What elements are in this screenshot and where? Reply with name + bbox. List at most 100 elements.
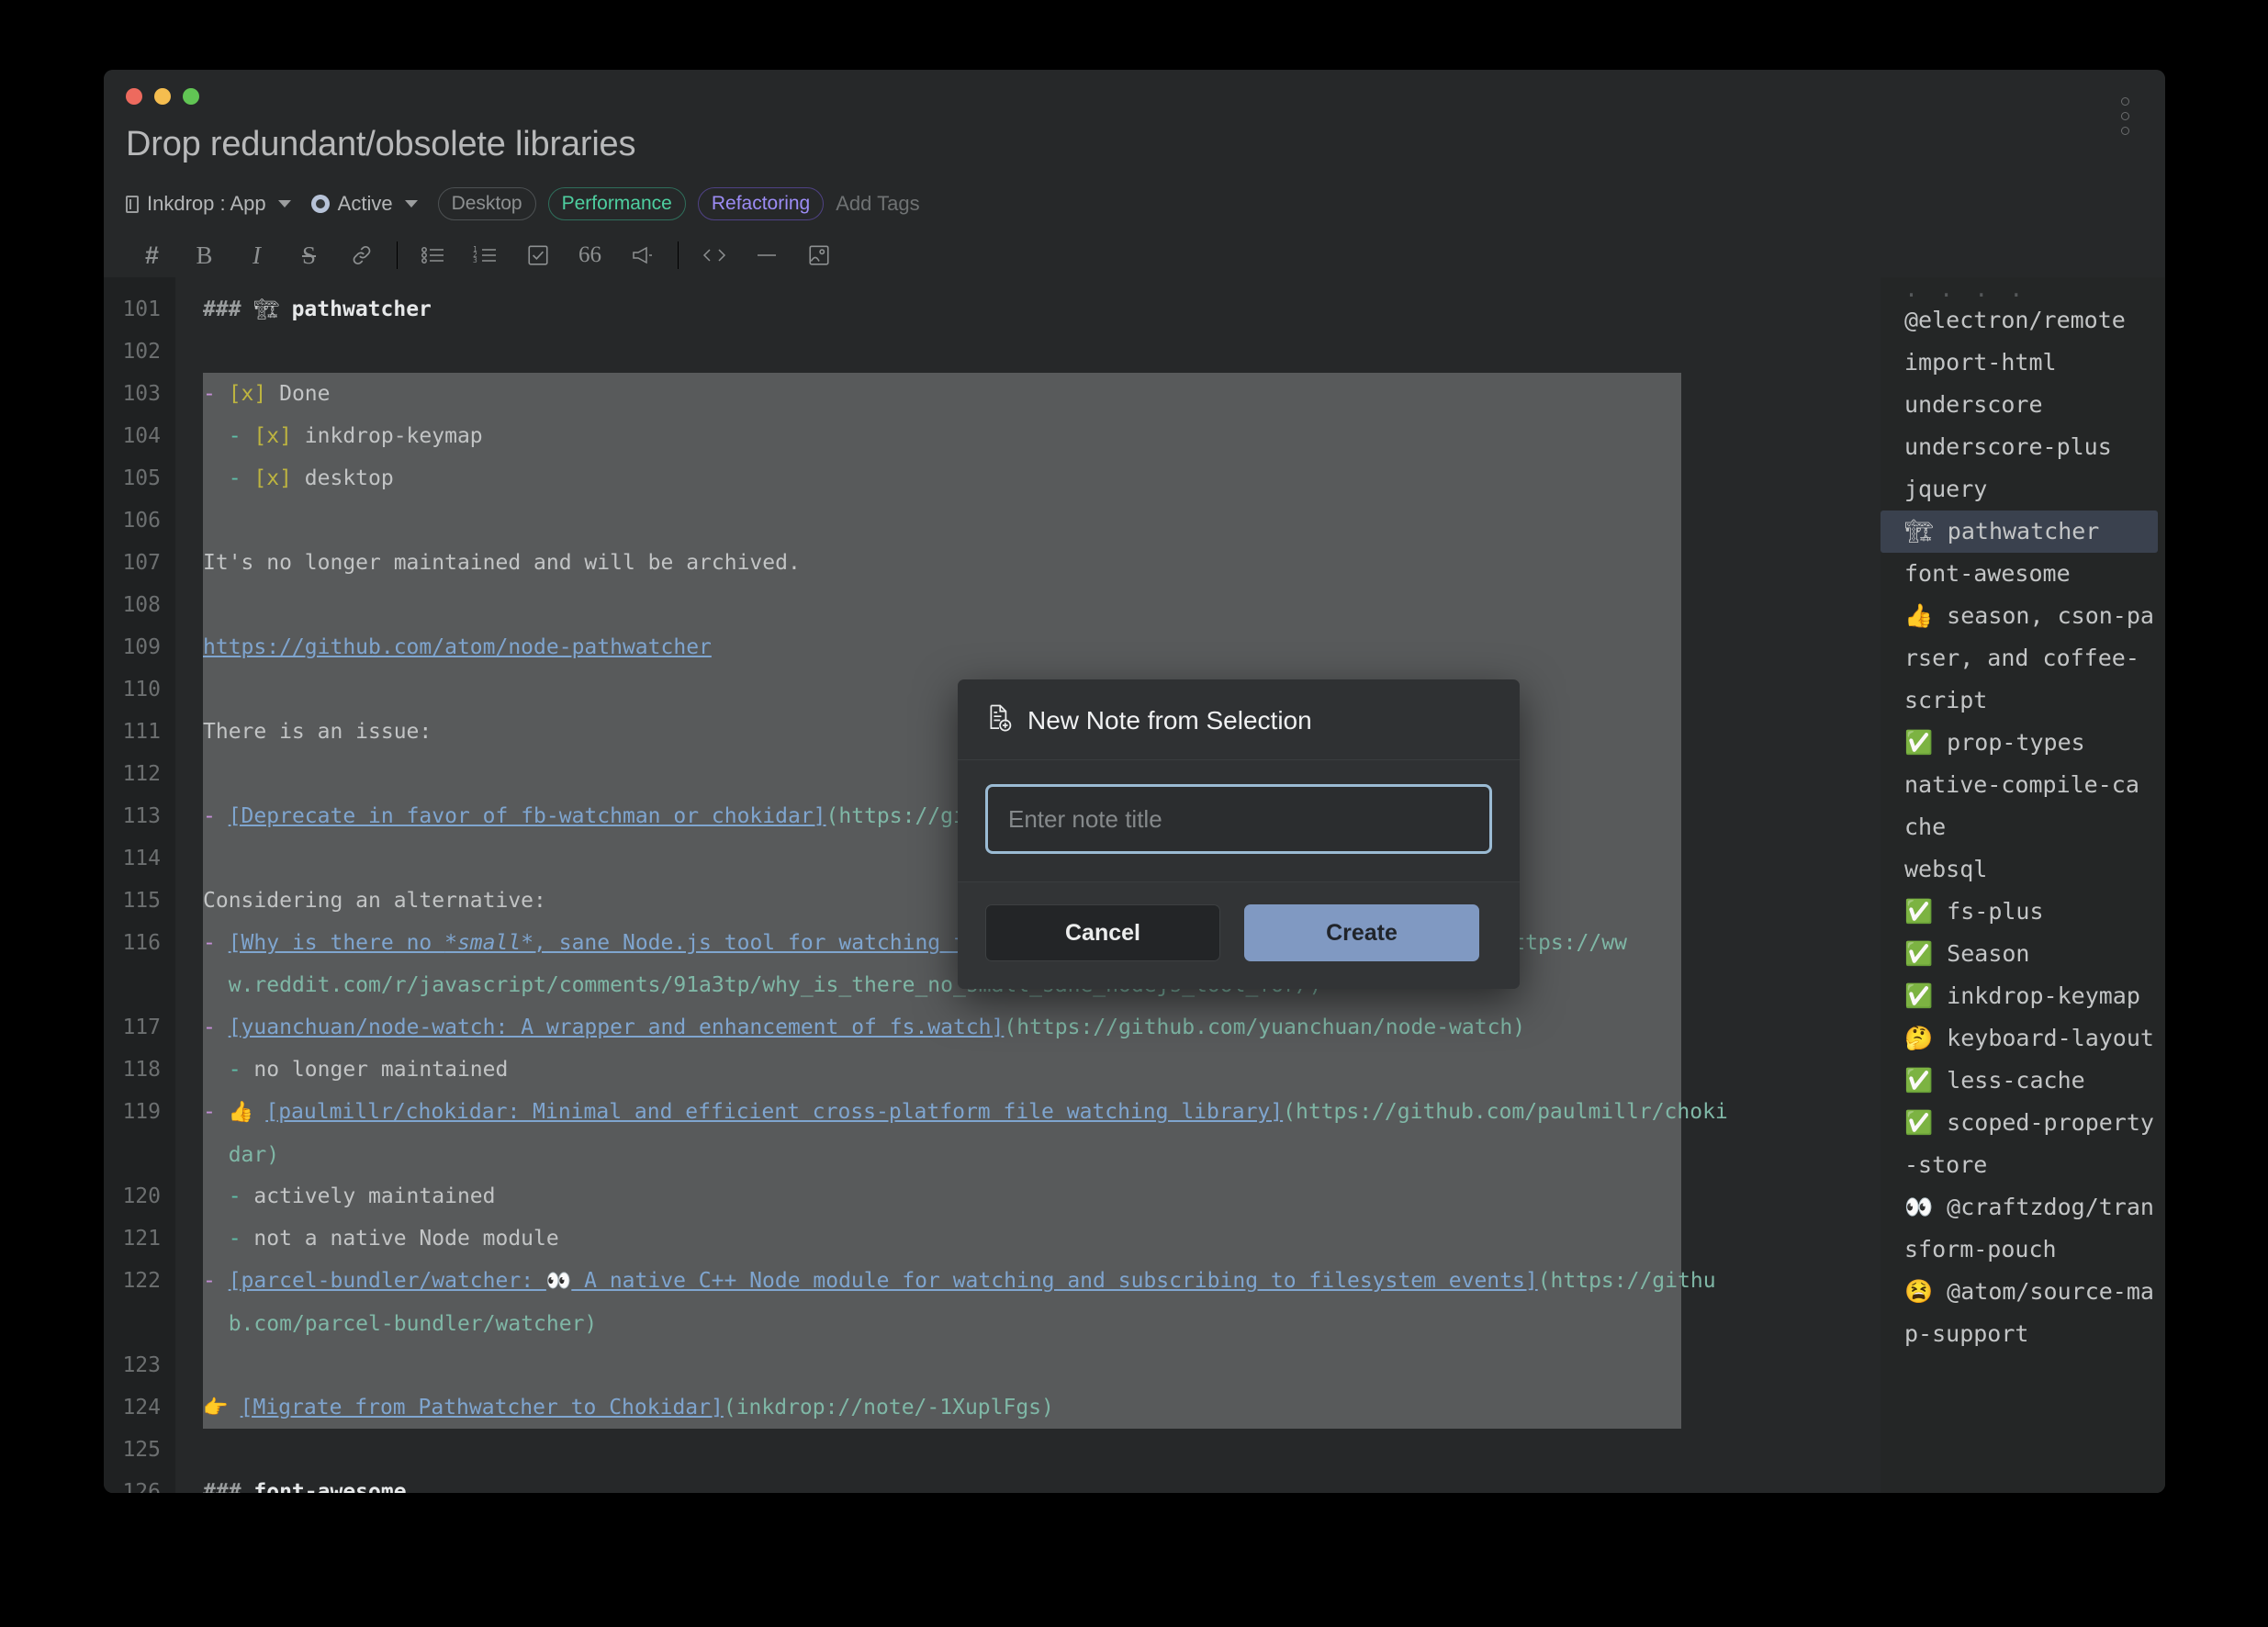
horizontal-rule-icon[interactable] [740, 233, 792, 277]
code-token: - [203, 466, 254, 490]
line-number: 108 [122, 593, 161, 617]
line-number: 124 [122, 1396, 161, 1419]
tag-performance[interactable]: Performance [547, 187, 686, 220]
dialog-header: New Note from Selection [958, 679, 1520, 760]
close-window-button[interactable] [126, 88, 142, 105]
notebook-icon [126, 195, 139, 213]
line-number: 103 [122, 382, 161, 406]
line-number: 111 [122, 720, 161, 744]
line-text: - actively maintained [203, 1175, 2165, 1217]
code-token: no longer maintained [253, 1058, 509, 1082]
code-token: actively maintained [253, 1184, 496, 1208]
code-token: [parcel-bundler/watcher: [228, 1269, 546, 1293]
cancel-button[interactable]: Cancel [985, 904, 1220, 961]
numbered-list-icon[interactable]: 1 2 3 [459, 233, 511, 277]
note-title-input[interactable] [985, 784, 1492, 854]
code-token: Done [266, 382, 331, 406]
editor-line[interactable]: 124 👉 [Migrate from Pathwatcher to Chokid… [104, 1386, 2165, 1429]
bold-icon[interactable]: B [178, 233, 230, 277]
line-text: - [x] inkdrop-keymap [203, 415, 2165, 457]
code-token: [x] [253, 424, 292, 448]
code-token: [paulmillr/chokidar: Minimal and efficie… [265, 1100, 1284, 1124]
maximize-window-button[interactable] [183, 88, 199, 105]
note-title[interactable]: Drop redundant/obsolete libraries [126, 125, 635, 164]
editor-line[interactable]: 108 [104, 584, 2165, 626]
line-text: - [parcel-bundler/watcher: 👀 A native C+… [203, 1260, 2165, 1345]
code-token: desktop [291, 466, 394, 490]
note-metadata-bar: Inkdrop : App Active Desktop Performance… [126, 187, 920, 220]
line-text: - [x] Done [203, 373, 2165, 415]
editor-line[interactable]: 107 It's no longer maintained and will be… [104, 542, 2165, 584]
editor-line[interactable]: 104 - [x] inkdrop-keymap [104, 415, 2165, 457]
line-number: 112 [122, 762, 161, 786]
code-token: There is an issue: [203, 720, 432, 744]
link-icon[interactable] [335, 233, 387, 277]
editor-line[interactable]: 117 - [yuanchuan/node-watch: A wrapper an… [104, 1006, 2165, 1049]
code-token: - [203, 804, 229, 828]
line-text: - not a native Node module [203, 1217, 2165, 1260]
tag-refactoring[interactable]: Refactoring [697, 187, 825, 220]
callout-icon[interactable] [616, 233, 668, 277]
editor-line[interactable]: 121 - not a native Node module [104, 1217, 2165, 1260]
strikethrough-icon[interactable]: S [283, 233, 335, 277]
code-icon[interactable] [688, 233, 740, 277]
line-number: 109 [122, 635, 161, 659]
task-list-icon[interactable] [511, 233, 564, 277]
minimize-window-button[interactable] [154, 88, 171, 105]
editor-line[interactable]: 101 ### 🏗 pathwatcher [104, 288, 2165, 331]
line-number: 125 [122, 1438, 161, 1462]
editor-line[interactable]: 120 - actively maintained [104, 1175, 2165, 1217]
code-token: - [203, 382, 229, 406]
editor-line[interactable]: 122 - [parcel-bundler/watcher: 👀 A native… [104, 1260, 2165, 1344]
dialog-footer: Cancel Create [958, 882, 1520, 989]
more-options-icon[interactable] [2121, 97, 2129, 135]
kebab-dot-3 [2121, 127, 2129, 135]
image-icon[interactable] [792, 233, 845, 277]
editor-line[interactable]: 126 ### font-awesome [104, 1471, 2165, 1493]
line-number: 106 [122, 509, 161, 533]
traffic-light-buttons [126, 88, 199, 105]
code-token: font-awesome [253, 1480, 407, 1493]
editor-line[interactable]: 102 [104, 331, 2165, 373]
status-label: Active [337, 192, 393, 215]
italic-icon[interactable]: I [230, 233, 283, 277]
code-token: (https://github.com/yuanchuan/node-watch… [1004, 1015, 1526, 1039]
line-text: - [x] desktop [203, 457, 2165, 499]
heading-icon[interactable]: # [126, 233, 178, 277]
editor-line[interactable]: 125 [104, 1429, 2165, 1471]
add-tags-button[interactable]: Add Tags [836, 192, 919, 216]
code-token: [Deprecate in favor of fb-watchman or ch… [228, 804, 826, 828]
line-text: 👉 [Migrate from Pathwatcher to Chokidar]… [203, 1386, 2165, 1430]
app-window: Drop redundant/obsolete libraries Inkdro… [104, 70, 2165, 1493]
line-number: 118 [122, 1058, 161, 1082]
editor-line[interactable]: 118 - no longer maintained [104, 1049, 2165, 1091]
line-number: 123 [122, 1353, 161, 1377]
editor-line[interactable]: 123 [104, 1344, 2165, 1386]
kebab-dot-2 [2121, 112, 2129, 120]
bullet-list-icon[interactable] [407, 233, 459, 277]
editor-line[interactable]: 105 - [x] desktop [104, 457, 2165, 499]
status-selector[interactable]: Active [310, 192, 418, 216]
line-number: 113 [122, 804, 161, 828]
kebab-dot-1 [2121, 97, 2129, 106]
editor-line[interactable]: 109 https://github.com/atom/node-pathwatc… [104, 626, 2165, 668]
new-note-dialog: New Note from Selection Cancel Create [958, 679, 1520, 989]
tag-desktop[interactable]: Desktop [437, 187, 536, 220]
code-token: [Why is there no [228, 931, 445, 955]
editor-line[interactable]: 119 - 👍 [paulmillr/chokidar: Minimal and … [104, 1091, 2165, 1175]
line-number: 101 [122, 297, 161, 321]
notebook-selector[interactable]: Inkdrop : App [126, 192, 291, 216]
chevron-down-icon [404, 200, 418, 208]
line-number: 102 [122, 340, 161, 364]
blockquote-icon[interactable]: 66 [564, 233, 616, 277]
create-button[interactable]: Create [1244, 904, 1479, 961]
line-number: 105 [122, 466, 161, 490]
line-number: 126 [122, 1480, 161, 1493]
editor-line[interactable]: 106 [104, 499, 2165, 542]
line-text: ### 🏗 pathwatcher [203, 288, 2165, 331]
code-token: (inkdrop://note/-1XuplFgs) [723, 1396, 1054, 1419]
dialog-body [958, 760, 1520, 882]
editor-toolbar: # B I S 1 2 3 66 [126, 233, 845, 277]
toolbar-divider [678, 241, 679, 269]
editor-line[interactable]: 103 - [x] Done [104, 373, 2165, 415]
